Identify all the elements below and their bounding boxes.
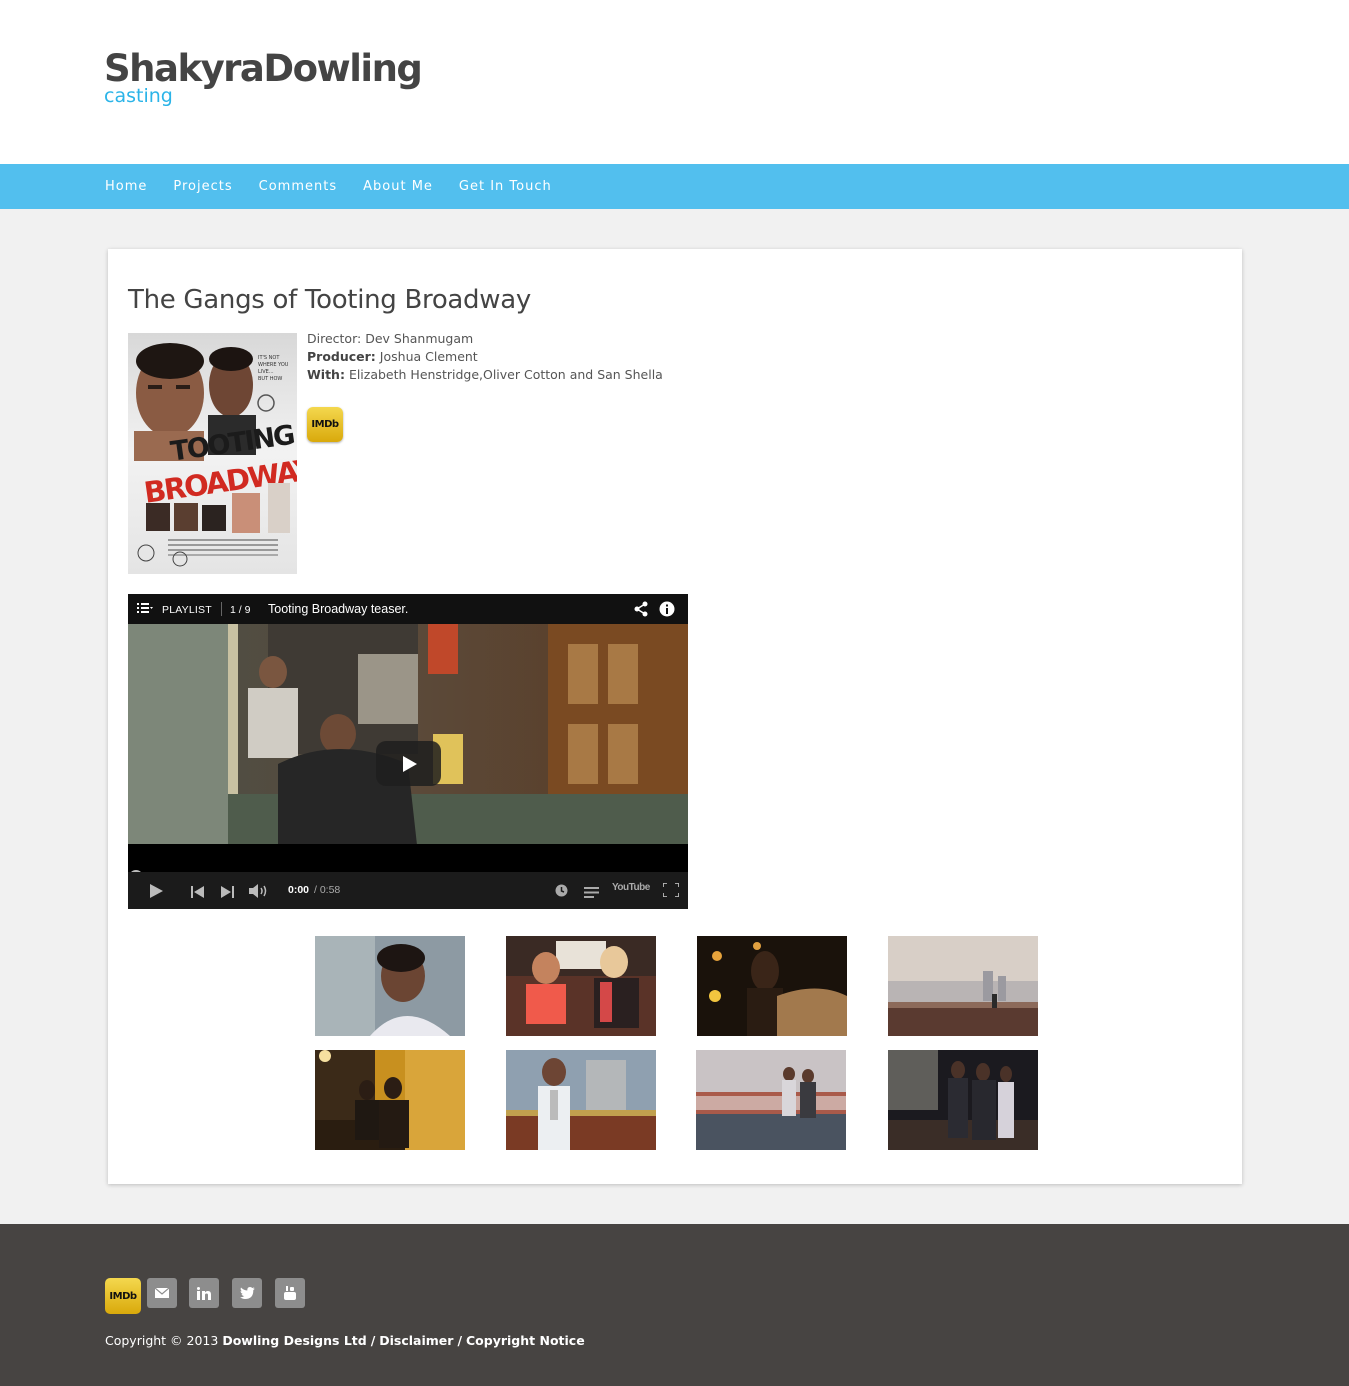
cast-label: With: bbox=[307, 367, 345, 382]
footer-separator: / bbox=[457, 1333, 463, 1348]
linkedin-social-button[interactable] bbox=[189, 1278, 219, 1308]
linkedin-icon bbox=[197, 1286, 211, 1300]
site-header: ShakyraDowling casting bbox=[0, 0, 1349, 164]
youtube-social-button[interactable] bbox=[275, 1278, 305, 1308]
disclaimer-link[interactable]: Disclaimer bbox=[379, 1333, 453, 1348]
nav-item-about-me[interactable]: About Me bbox=[363, 164, 433, 209]
main-nav: Home Projects Comments About Me Get In T… bbox=[0, 164, 1349, 209]
project-credits: Director: Dev Shanmugam Producer: Joshua… bbox=[307, 330, 663, 384]
copyright-text: Copyright © 2013 bbox=[105, 1333, 219, 1348]
next-icon[interactable] bbox=[221, 885, 234, 903]
gallery-thumb[interactable] bbox=[506, 1050, 656, 1150]
credit-cast: With: Elizabeth Henstridge,Oliver Cotton… bbox=[307, 366, 663, 384]
twitter-icon bbox=[239, 1287, 255, 1299]
nav-item-home[interactable]: Home bbox=[105, 164, 147, 209]
playlist-icon[interactable] bbox=[584, 885, 599, 903]
duration: / 0:58 bbox=[314, 884, 341, 896]
credit-producer: Producer: Joshua Clement bbox=[307, 348, 663, 366]
gallery-thumb[interactable] bbox=[315, 1050, 465, 1150]
footer-copyright: Copyright © 2013 Dowling Designs Ltd / D… bbox=[105, 1333, 585, 1348]
youtube-logo-icon[interactable]: YouTube bbox=[612, 882, 650, 893]
video-title[interactable]: Tooting Broadway teaser. bbox=[268, 602, 408, 616]
gallery-thumb[interactable] bbox=[696, 1050, 846, 1150]
svg-text:WHERE YOU: WHERE YOU bbox=[258, 362, 289, 368]
imdb-social-button[interactable]: IMDb bbox=[105, 1278, 141, 1314]
current-time: 0:00 bbox=[288, 884, 310, 896]
svg-text:LIVE...: LIVE... bbox=[258, 369, 274, 375]
imdb-icon: IMDb bbox=[109, 1290, 137, 1302]
logo-name: ShakyraDowling bbox=[104, 47, 423, 90]
svg-text:BUT HOW: BUT HOW bbox=[258, 376, 282, 382]
gallery-thumb[interactable] bbox=[697, 936, 847, 1036]
cast-value: Elizabeth Henstridge,Oliver Cotton and S… bbox=[348, 367, 663, 382]
imdb-icon: IMDb bbox=[311, 419, 339, 430]
previous-icon[interactable] bbox=[191, 885, 204, 903]
gallery-thumb[interactable] bbox=[888, 936, 1038, 1036]
social-links: IMDb bbox=[105, 1278, 315, 1314]
director-label: Director: bbox=[307, 331, 362, 346]
producer-value: Joshua Clement bbox=[379, 349, 478, 364]
gallery-thumb[interactable] bbox=[315, 936, 465, 1036]
page-title: The Gangs of Tooting Broadway bbox=[128, 285, 531, 315]
gallery-thumb[interactable] bbox=[888, 1050, 1038, 1150]
play-icon bbox=[402, 755, 417, 772]
nav-item-comments[interactable]: Comments bbox=[259, 164, 337, 209]
playlist-divider bbox=[221, 602, 222, 616]
video-controls: 0:00 / 0:58 YouTube bbox=[128, 872, 688, 909]
email-social-button[interactable] bbox=[147, 1278, 177, 1308]
playlist-menu-icon[interactable] bbox=[137, 602, 153, 617]
project-card: The Gangs of Tooting Broadway IT'S NOT W… bbox=[108, 249, 1242, 1184]
video-player[interactable]: PLAYLIST 1 / 9 Tooting Broadway teaser. bbox=[128, 594, 688, 909]
copyright-notice-link[interactable]: Copyright Notice bbox=[466, 1333, 585, 1348]
share-icon[interactable] bbox=[633, 601, 649, 620]
twitter-social-button[interactable] bbox=[232, 1278, 262, 1308]
info-icon[interactable] bbox=[659, 601, 675, 620]
project-poster: IT'S NOT WHERE YOU LIVE... BUT HOW TOOTI… bbox=[128, 333, 297, 574]
company-link[interactable]: Dowling Designs Ltd bbox=[222, 1333, 366, 1348]
credit-director: Director: Dev Shanmugam bbox=[307, 330, 663, 348]
youtube-icon bbox=[284, 1286, 296, 1300]
playlist-label[interactable]: PLAYLIST bbox=[162, 604, 212, 616]
video-top-bar: PLAYLIST 1 / 9 Tooting Broadway teaser. bbox=[128, 594, 688, 624]
producer-label: Producer: bbox=[307, 349, 376, 364]
watch-later-icon[interactable] bbox=[555, 884, 568, 902]
nav-item-get-in-touch[interactable]: Get In Touch bbox=[459, 164, 552, 209]
play-overlay-button[interactable] bbox=[376, 741, 441, 786]
director-value: Dev Shanmugam bbox=[365, 331, 474, 346]
playlist-position: 1 / 9 bbox=[230, 604, 251, 616]
volume-icon[interactable] bbox=[249, 884, 269, 903]
site-footer: IMDb Copyright © 2013 Dowling Designs Lt… bbox=[0, 1224, 1349, 1386]
fullscreen-icon[interactable] bbox=[662, 882, 680, 902]
youtube-label: YouTube bbox=[612, 882, 650, 893]
gallery-thumb[interactable] bbox=[506, 936, 656, 1036]
nav-item-projects[interactable]: Projects bbox=[173, 164, 232, 209]
footer-separator: / bbox=[370, 1333, 376, 1348]
video-frame[interactable] bbox=[128, 624, 688, 854]
imdb-link-button[interactable]: IMDb bbox=[307, 407, 343, 442]
email-icon bbox=[155, 1288, 169, 1298]
site-logo[interactable]: ShakyraDowling casting bbox=[104, 48, 484, 118]
play-icon[interactable] bbox=[149, 884, 163, 903]
svg-text:IT'S NOT: IT'S NOT bbox=[258, 355, 280, 361]
